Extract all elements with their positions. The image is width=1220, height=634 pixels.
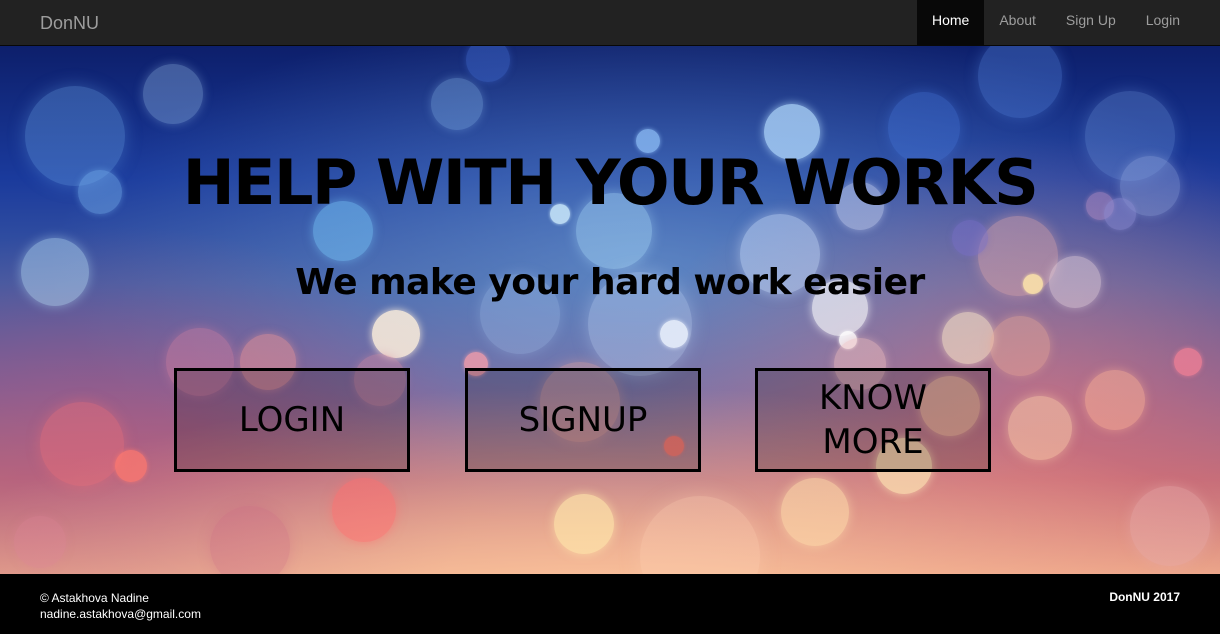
bokeh-circle	[1085, 370, 1145, 430]
nav-signup-link[interactable]: Sign Up	[1051, 0, 1131, 45]
bokeh-circle	[554, 494, 614, 554]
bokeh-circle	[942, 312, 994, 364]
bokeh-circle	[115, 450, 147, 482]
know-more-label-line1: KNOW	[818, 377, 928, 418]
bokeh-circle	[978, 46, 1062, 118]
bokeh-circle	[431, 78, 483, 130]
page-footer: © Astakhova Nadine nadine.astakhova@gmai…	[0, 574, 1220, 634]
footer-author: © Astakhova Nadine nadine.astakhova@gmai…	[40, 590, 201, 622]
know-more-button[interactable]: KNOW MORE	[755, 368, 991, 472]
nav-menu: Home About Sign Up Login	[916, 0, 1195, 45]
login-button[interactable]: LOGIN	[174, 368, 410, 472]
nav-about-link[interactable]: About	[984, 0, 1051, 45]
hero-subtitle: We make your hard work easier	[295, 262, 925, 303]
bokeh-circle	[640, 496, 760, 574]
bokeh-circle	[332, 478, 396, 542]
hero-section: HELP WITH YOUR WORKS We make your hard w…	[0, 46, 1220, 574]
hero-title: HELP WITH YOUR WORKS	[182, 146, 1039, 219]
brand-link[interactable]: DonNU	[40, 0, 99, 46]
bokeh-circle	[990, 316, 1050, 376]
bokeh-circle	[372, 310, 420, 358]
bokeh-circle	[143, 64, 203, 124]
bokeh-circle	[466, 46, 510, 82]
bokeh-circle	[14, 516, 66, 568]
footer-copyright: © Astakhova Nadine	[40, 591, 149, 605]
bokeh-circle	[1174, 348, 1202, 376]
signup-button[interactable]: SIGNUP	[465, 368, 701, 472]
know-more-label: KNOW MORE	[819, 376, 927, 464]
nav-login-link[interactable]: Login	[1131, 0, 1195, 45]
bokeh-circle	[781, 478, 849, 546]
bokeh-circle	[952, 220, 988, 256]
footer-email: nadine.astakhova@gmail.com	[40, 607, 201, 621]
login-button-label: LOGIN	[238, 399, 346, 440]
nav-home-link[interactable]: Home	[916, 0, 985, 45]
signup-button-label: SIGNUP	[518, 399, 648, 440]
bokeh-circle	[1008, 396, 1072, 460]
footer-brand-year: DonNU 2017	[1109, 590, 1180, 604]
bokeh-circle	[40, 402, 124, 486]
bokeh-circle	[1130, 486, 1210, 566]
know-more-label-line2: MORE	[822, 422, 924, 462]
bokeh-circle	[210, 506, 290, 574]
top-navbar: DonNU Home About Sign Up Login	[0, 0, 1220, 46]
